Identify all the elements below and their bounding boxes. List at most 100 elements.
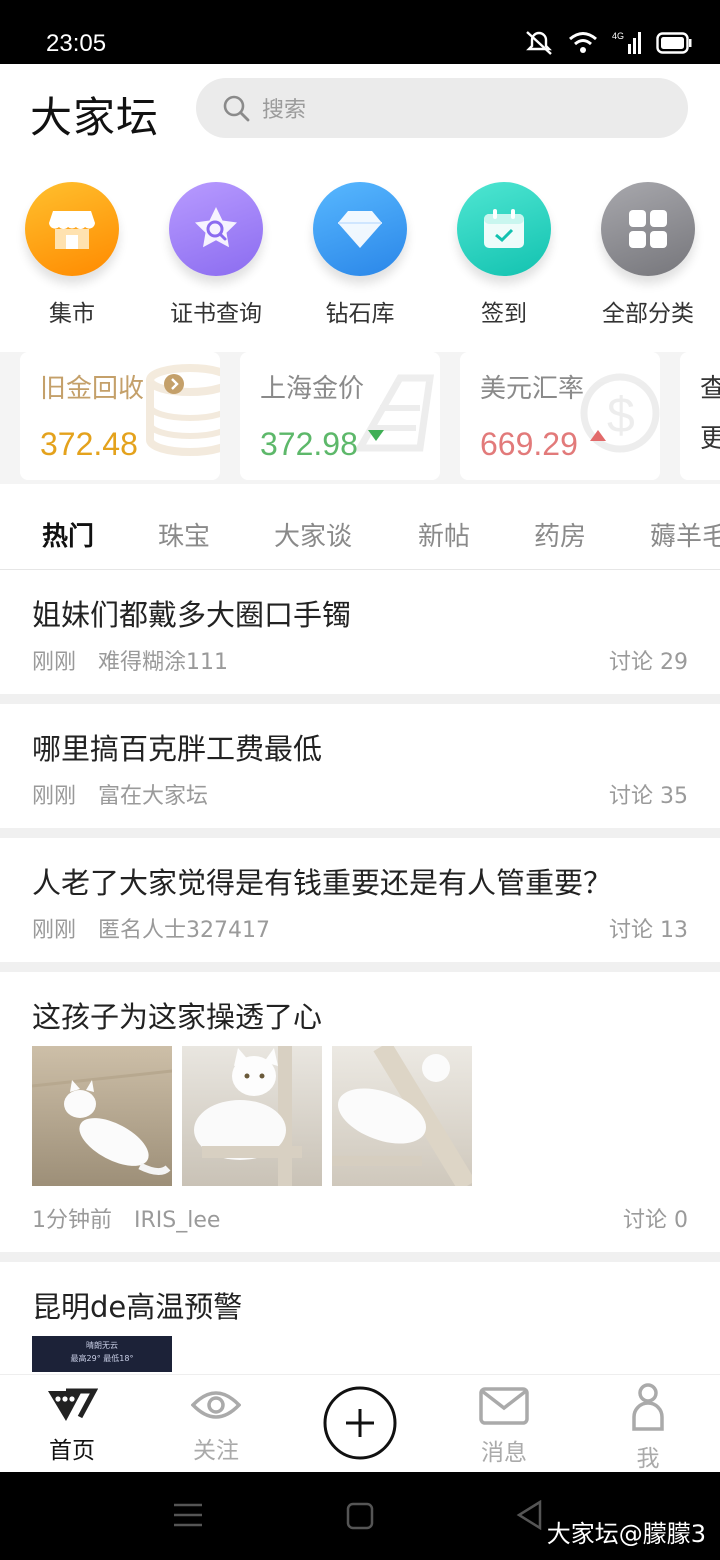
mail-icon [479,1387,529,1425]
eye-icon [190,1391,242,1419]
card-title: 旧金回收 [40,374,145,404]
svg-text:4G: 4G [612,31,624,41]
card-value: 372.48 [40,426,138,462]
battery-icon [656,32,692,54]
menu-icon[interactable] [174,1502,202,1528]
post-meta: 刚刚 富在大家坛 [32,778,208,810]
grid-icon [601,182,695,276]
post-time: 1分钟前 [32,1208,112,1233]
post-title: 这孩子为这家操透了心 [32,1000,323,1034]
calendar-checkin-icon [457,182,551,276]
post-discuss-count: 讨论 35 [608,784,688,809]
post-image[interactable] [332,1046,472,1186]
post-discuss-count: 讨论 13 [608,918,688,943]
post-time: 刚刚 [32,918,77,943]
cat-photo-image [194,1046,302,1186]
trend-down-icon [368,430,384,441]
app-logo: 大家坛 [30,93,160,142]
nav-follow[interactable]: 关注 [144,1375,288,1465]
tab-deals[interactable]: 薅羊毛 [650,516,720,553]
card-usd-rate[interactable]: $ 美元汇率 669.29 [460,352,660,480]
post-item[interactable]: 这孩子为这家操透了心 1分钟前 IRIS_lee 讨论 0 [0,972,720,1252]
tab-jewelry[interactable]: 珠宝 [158,516,210,553]
post-title: 昆明de高温预警 [32,1290,243,1324]
post-meta: 1分钟前 IRIS_lee [32,1202,220,1234]
category-label: 集市 [49,301,95,327]
status-bar: 23:05 4G [0,0,720,64]
wifi-icon [569,32,597,53]
card-gold-recycle[interactable]: 旧金回收 372.48 [20,352,220,480]
post-image[interactable] [182,1046,322,1186]
svg-text:$: $ [607,387,635,443]
post-author: 匿名人士327417 [98,918,270,943]
post-item[interactable]: 姐妹们都戴多大圈口手镯 刚刚 难得糊涂111 讨论 29 [0,570,720,694]
card-title: 上海金价 [260,374,365,404]
post-image[interactable]: 晴朗无云 最高29° 最低18° [32,1336,172,1372]
cat-photo-image [32,1069,172,1175]
category-diamond[interactable]: 钻石库 [290,176,430,328]
header: 大家坛 搜索 [0,64,720,156]
card-more[interactable]: 查 更 [680,352,720,480]
nav-label: 消息 [481,1440,527,1466]
post-discuss-count: 讨论 29 [608,650,688,675]
category-market[interactable]: 集市 [2,176,142,328]
mute-icon [526,31,552,55]
status-time: 23:05 [46,30,107,57]
category-label: 签到 [481,301,527,327]
certificate-search-icon [169,182,263,276]
post-discuss-count: 讨论 0 [622,1208,688,1233]
trend-up-icon [590,430,606,441]
price-cards: 旧金回收 372.48 上海金价 372.98 $ 美元汇率 669.29 查 … [0,352,720,484]
post-author: IRIS_lee [134,1208,221,1233]
post-meta: 刚刚 匿名人士327417 [32,912,270,944]
tab-discussion[interactable]: 大家谈 [274,516,352,553]
tab-bar: 热门 珠宝 大家谈 新帖 药房 薅羊毛 [0,496,720,570]
nav-post-button[interactable] [288,1375,432,1465]
card-value: 372.98 [260,426,358,462]
search-placeholder: 搜索 [262,98,307,123]
tab-new-posts[interactable]: 新帖 [418,516,470,553]
card-value: 669.29 [480,426,578,462]
nav-label: 我 [636,1446,660,1472]
search-icon [223,95,250,122]
watermark: 大家坛@朦朦3 [546,1520,706,1548]
category-all[interactable]: 全部分类 [578,176,718,328]
system-nav-bar: 大家坛@朦朦3 [0,1472,720,1560]
card-title: 美元汇率 [480,374,585,404]
post-time: 刚刚 [32,650,77,675]
post-item[interactable]: 哪里搞百克胖工费最低 刚刚 富在大家坛 讨论 35 [0,704,720,828]
nav-messages[interactable]: 消息 [432,1375,576,1467]
nav-label: 关注 [193,1438,239,1464]
post-author: 富在大家坛 [98,784,209,809]
card-shanghai-gold[interactable]: 上海金价 372.98 [240,352,440,480]
tab-hot[interactable]: 热门 [42,516,94,553]
post-author: 难得糊涂111 [98,650,229,675]
home-square-icon[interactable] [346,1502,374,1530]
bottom-nav: 首页 关注 消息 我 [0,1374,720,1472]
post-image[interactable] [32,1046,172,1186]
search-bar[interactable]: 搜索 [196,78,688,138]
category-label: 证书查询 [170,301,262,327]
category-checkin[interactable]: 签到 [434,176,574,328]
nav-home[interactable]: 首页 [0,1375,144,1465]
post-feed: 姐妹们都戴多大圈口手镯 刚刚 难得糊涂111 讨论 29 哪里搞百克胖工费最低 刚… [0,570,720,1374]
card-title: 查 [700,374,720,404]
back-icon[interactable] [516,1500,542,1530]
cat-photo-image [332,1046,472,1186]
category-certificate[interactable]: 证书查询 [146,176,286,328]
plus-circle-icon [323,1386,397,1460]
category-row: 集市 证书查询 钻石库 签到 全部分类 [0,176,720,336]
card-value: 更 [700,423,720,453]
signal-icon: 4G [612,31,641,54]
post-title: 哪里搞百克胖工费最低 [32,732,323,766]
post-item[interactable]: 人老了大家觉得是有钱重要还是有人管重要？ 刚刚 匿名人士327417 讨论 13 [0,838,720,962]
diamond-icon [313,182,407,276]
nav-label: 首页 [49,1438,95,1464]
post-meta: 刚刚 难得糊涂111 [32,644,228,676]
nav-me[interactable]: 我 [576,1375,720,1473]
post-title: 人老了大家觉得是有钱重要还是有人管重要？ [32,866,613,900]
weather-text: 晴朗无云 [86,1341,118,1350]
post-item[interactable]: 昆明de高温预警 晴朗无云 最高29° 最低18° [0,1262,720,1374]
post-image-row [32,1046,472,1186]
tab-pharmacy[interactable]: 药房 [534,516,586,553]
